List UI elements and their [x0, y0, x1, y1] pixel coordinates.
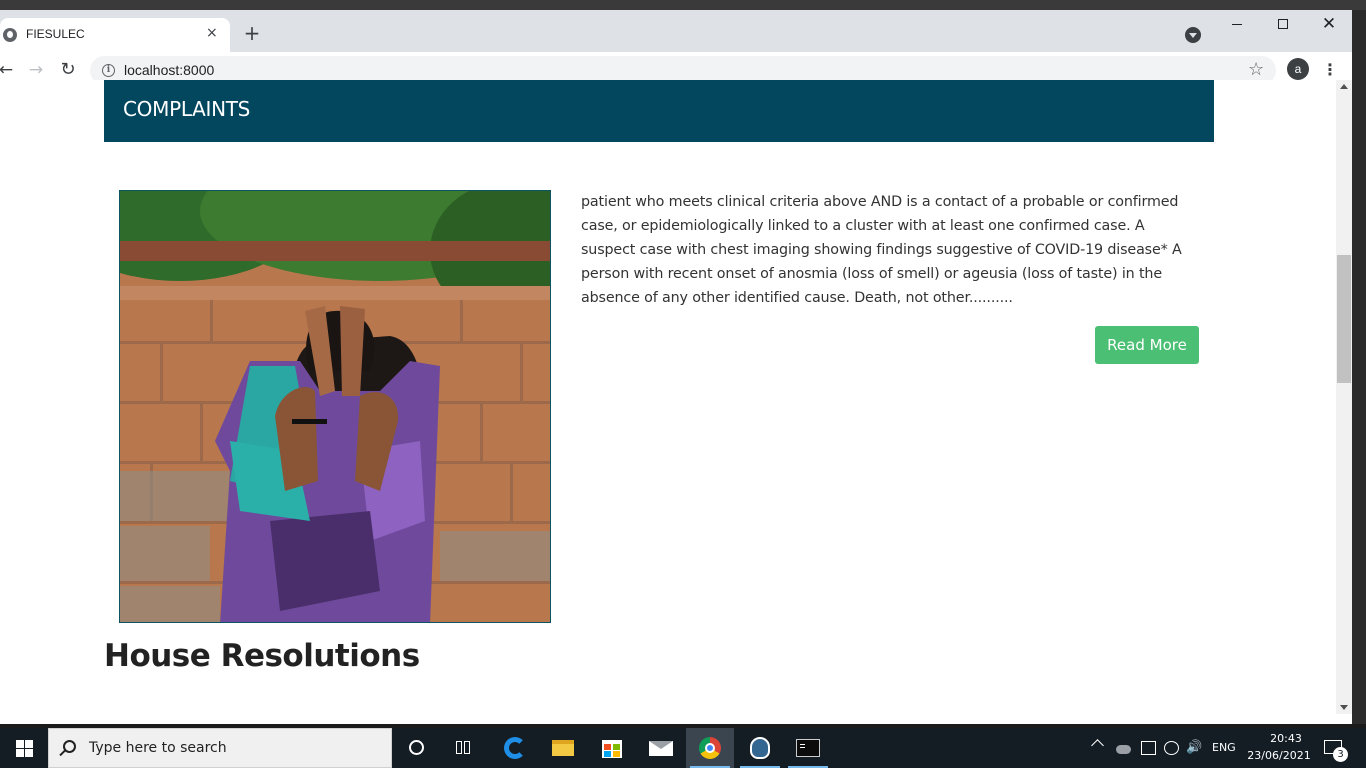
bookmark-star-icon[interactable]: ☆ [1248, 59, 1264, 81]
desktop-background [0, 0, 1366, 10]
task-view-icon [456, 741, 462, 754]
mail-taskbar-button[interactable] [637, 728, 685, 768]
windows-logo-icon [16, 749, 24, 757]
browser-tab[interactable]: FIESULEC × [0, 18, 230, 52]
command-prompt-icon [796, 739, 820, 757]
folder-icon [552, 740, 574, 756]
section-heading: House Resolutions [104, 638, 420, 674]
scroll-down-arrow-icon[interactable] [1340, 705, 1348, 710]
terminal-taskbar-button[interactable] [784, 728, 832, 768]
store-bag-icon [602, 740, 622, 758]
maximize-button[interactable] [1260, 10, 1306, 40]
windows-logo-icon [25, 740, 33, 748]
windows-logo-icon [16, 740, 24, 748]
network-globe-icon[interactable] [1164, 741, 1179, 755]
new-tab-button[interactable]: + [242, 23, 262, 43]
tab-close-icon[interactable]: × [206, 25, 218, 41]
search-placeholder: Type here to search [89, 740, 227, 756]
edge-icon [504, 737, 526, 759]
forward-arrow-icon[interactable]: → [24, 58, 48, 82]
info-icon[interactable]: i [102, 64, 115, 77]
page-scrollbar[interactable] [1336, 80, 1352, 714]
clock-date[interactable]: 23/06/2021 [1244, 749, 1314, 762]
taskbar-search-box[interactable]: Type here to search [48, 728, 392, 768]
chrome-icon [699, 737, 721, 759]
cortana-circle-icon [409, 740, 424, 755]
reload-icon[interactable]: ↻ [56, 58, 80, 82]
cortana-button[interactable] [392, 728, 440, 768]
scroll-up-arrow-icon[interactable] [1340, 84, 1348, 89]
chrome-taskbar-button[interactable] [686, 728, 734, 768]
store-taskbar-button[interactable] [588, 728, 636, 768]
tab-title: FIESULEC [26, 27, 85, 41]
back-arrow-icon[interactable]: ← [0, 58, 18, 82]
article-excerpt: patient who meets clinical criteria abov… [581, 194, 1182, 306]
section-banner: COMPLAINTS [104, 80, 1214, 142]
desktop-edge [1352, 10, 1366, 724]
windows-logo-icon [25, 749, 33, 757]
windows-taskbar: Type here to search 🔊 ENG 20:43 23/06/20… [0, 728, 1366, 768]
read-more-button[interactable]: Read More [1095, 326, 1199, 364]
profile-avatar[interactable]: a [1287, 58, 1309, 80]
clock-time[interactable]: 20:43 [1262, 732, 1310, 745]
postgresql-elephant-icon [750, 737, 770, 759]
search-icon [63, 740, 76, 753]
globe-favicon-icon [3, 28, 17, 42]
close-window-button[interactable]: ✕ [1306, 10, 1352, 40]
input-language[interactable]: ENG [1212, 741, 1236, 754]
notification-count-badge: 3 [1333, 747, 1348, 762]
minimize-button[interactable] [1214, 10, 1260, 40]
show-hidden-icons-chevron-icon[interactable] [1091, 739, 1104, 752]
scroll-thumb[interactable] [1337, 255, 1351, 383]
url-text[interactable]: localhost:8000 [124, 62, 214, 78]
start-button[interactable] [0, 728, 48, 768]
pgadmin-taskbar-button[interactable] [736, 728, 784, 768]
battery-power-icon[interactable] [1141, 741, 1156, 755]
banner-title: COMPLAINTS [123, 97, 251, 121]
photo-person-covering-face [120, 191, 550, 622]
volume-icon[interactable]: 🔊 [1186, 741, 1202, 755]
mail-icon [649, 741, 673, 756]
onedrive-cloud-icon[interactable] [1116, 745, 1131, 754]
kebab-menu-icon[interactable]: ⋮ [1320, 58, 1340, 82]
file-explorer-taskbar-button[interactable] [540, 728, 588, 768]
article-photo [119, 190, 551, 623]
tab-search-icon[interactable] [1185, 27, 1201, 43]
task-view-button[interactable] [440, 728, 488, 768]
edge-taskbar-button[interactable] [490, 728, 538, 768]
tab-strip: FIESULEC × + ✕ [0, 10, 1352, 52]
page-viewport: COMPLAINTS patient who meets clinical cr… [0, 80, 1336, 714]
